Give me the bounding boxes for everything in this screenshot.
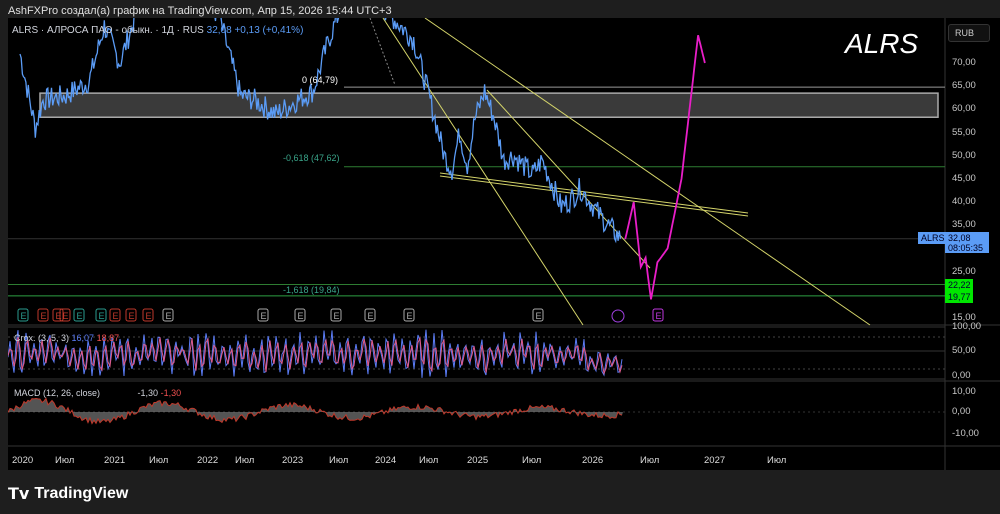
time-axis-label: 2023 bbox=[282, 455, 304, 466]
macd-label: MACD (12, 26, close) bbox=[14, 388, 101, 398]
projection-line bbox=[624, 34, 706, 300]
dividend-lightning-icon bbox=[611, 309, 625, 323]
chart-canvas[interactable]: EEEEEEEEEEEEEEEEE bbox=[8, 18, 1000, 470]
earnings-marker-label: E bbox=[129, 311, 135, 321]
price-axis-label: 45,00 bbox=[952, 172, 976, 184]
earnings-marker-label: E bbox=[146, 311, 152, 321]
stoch-axis-label: 0,00 bbox=[952, 370, 971, 381]
earnings-marker-label: E bbox=[334, 311, 340, 321]
earnings-marker-label: E bbox=[368, 311, 374, 321]
level-tag: 19,77 bbox=[945, 290, 973, 303]
price-tag-symbol: ALRS bbox=[918, 231, 948, 244]
price-tag-countdown: 08:05:35 bbox=[945, 242, 989, 253]
price-axis-label: 35,00 bbox=[952, 219, 976, 231]
fib-1618-label: -1,618 (19,84) bbox=[283, 284, 340, 295]
tv-logo-icon: 𝗧𝘃 bbox=[8, 486, 30, 503]
price-axis-label: 25,00 bbox=[952, 265, 976, 277]
time-axis-label: 2026 bbox=[582, 455, 604, 466]
earnings-marker-label: E bbox=[298, 311, 304, 321]
stoch-label: Crox. (3, 5, 3) bbox=[14, 333, 70, 343]
symbol-legend[interactable]: ALRS · АЛРОСА ПАО - обыкн. · 1Д · RUS 32… bbox=[12, 25, 303, 36]
level-tag: 22,22 bbox=[945, 278, 973, 291]
macd-signal-value: -1,30 bbox=[160, 388, 182, 398]
brand-name: TradingView bbox=[34, 485, 129, 502]
price-axis-label: 70,00 bbox=[952, 57, 976, 68]
macd-axis-label: -10,00 bbox=[952, 428, 979, 439]
currency-button[interactable]: RUB bbox=[948, 24, 990, 42]
earnings-marker-label: E bbox=[407, 311, 413, 321]
earnings-marker-label: E bbox=[41, 311, 47, 321]
legend-change-pct: (+0,41%) bbox=[262, 25, 304, 36]
time-axis-label: 2020 bbox=[12, 455, 34, 466]
price-axis-label: 40,00 bbox=[952, 196, 976, 208]
price-axis-label: 60,00 bbox=[952, 103, 976, 115]
time-axis-label: Июл bbox=[522, 455, 542, 466]
price-line bbox=[19, 18, 622, 244]
time-axis-label: 2022 bbox=[197, 455, 219, 466]
earnings-marker-label: E bbox=[656, 311, 662, 321]
time-axis-label: Июл bbox=[767, 455, 787, 466]
time-axis-label: Июл bbox=[329, 455, 349, 466]
price-axis-label: 65,00 bbox=[952, 80, 976, 92]
macd-axis-label: 0,00 bbox=[952, 406, 971, 417]
fib-0-label: 0 (64,79) bbox=[302, 75, 339, 86]
time-axis-label: 2021 bbox=[104, 455, 126, 466]
chart-area[interactable]: EEEEEEEEEEEEEEEEE bbox=[8, 18, 1000, 470]
time-axis-label: 2024 bbox=[375, 455, 397, 466]
time-axis-label: Июл bbox=[235, 455, 255, 466]
chart-credit: AshFXPro создал(а) график на TradingView… bbox=[8, 5, 392, 17]
stoch-axis-label: 50,00 bbox=[952, 345, 976, 356]
earnings-marker-label: E bbox=[63, 311, 69, 321]
price-axis-label: 50,00 bbox=[952, 149, 976, 161]
time-axis-label: 2025 bbox=[467, 455, 489, 466]
stoch-d-value: 18,87 bbox=[96, 333, 120, 343]
stoch-axis-label: 100,00 bbox=[952, 321, 982, 332]
symbol-watermark: ALRS bbox=[845, 28, 919, 59]
stoch-k-value: 16,07 bbox=[71, 333, 95, 343]
earnings-marker-label: E bbox=[21, 311, 27, 321]
legend-price: 32,08 bbox=[206, 25, 232, 36]
legend-symbol: ALRS bbox=[12, 25, 39, 36]
fib-0618-label: -0,618 (47,62) bbox=[283, 152, 340, 163]
earnings-marker-label: E bbox=[113, 311, 119, 321]
time-axis-label: Июл bbox=[640, 455, 660, 466]
time-axis-label: 2027 bbox=[704, 455, 726, 466]
macd-legend[interactable]: MACD (12, 26, close) -1,30 -1,30 bbox=[14, 388, 181, 398]
time-axis-label: Июл bbox=[149, 455, 169, 466]
earnings-marker-label: E bbox=[99, 311, 105, 321]
legend-name: АЛРОСА ПАО - обыкн. bbox=[47, 25, 153, 36]
legend-change: +0,13 bbox=[234, 25, 260, 36]
stoch-legend[interactable]: Crox. (3, 5, 3) 16,07 18,87 bbox=[14, 333, 119, 343]
macd-histogram bbox=[8, 398, 623, 424]
earnings-marker-label: E bbox=[261, 311, 267, 321]
legend-interval: 1Д bbox=[161, 25, 174, 36]
earnings-marker-label: E bbox=[166, 311, 172, 321]
price-axis-label: 55,00 bbox=[952, 126, 976, 138]
macd-axis-label: 10,00 bbox=[952, 386, 976, 397]
dotted-line bbox=[369, 18, 396, 86]
earnings-marker-label: E bbox=[536, 311, 542, 321]
trendline bbox=[382, 18, 584, 326]
time-axis-label: Июл bbox=[55, 455, 75, 466]
macd-value: -1,30 bbox=[137, 388, 159, 398]
earnings-marker-label: E bbox=[77, 311, 83, 321]
time-axis-label: Июл bbox=[419, 455, 439, 466]
tradingview-logo[interactable]: 𝗧𝘃 TradingView bbox=[8, 484, 128, 504]
legend-exchange: RUS bbox=[182, 25, 204, 36]
earnings-marker-label: E bbox=[56, 311, 62, 321]
